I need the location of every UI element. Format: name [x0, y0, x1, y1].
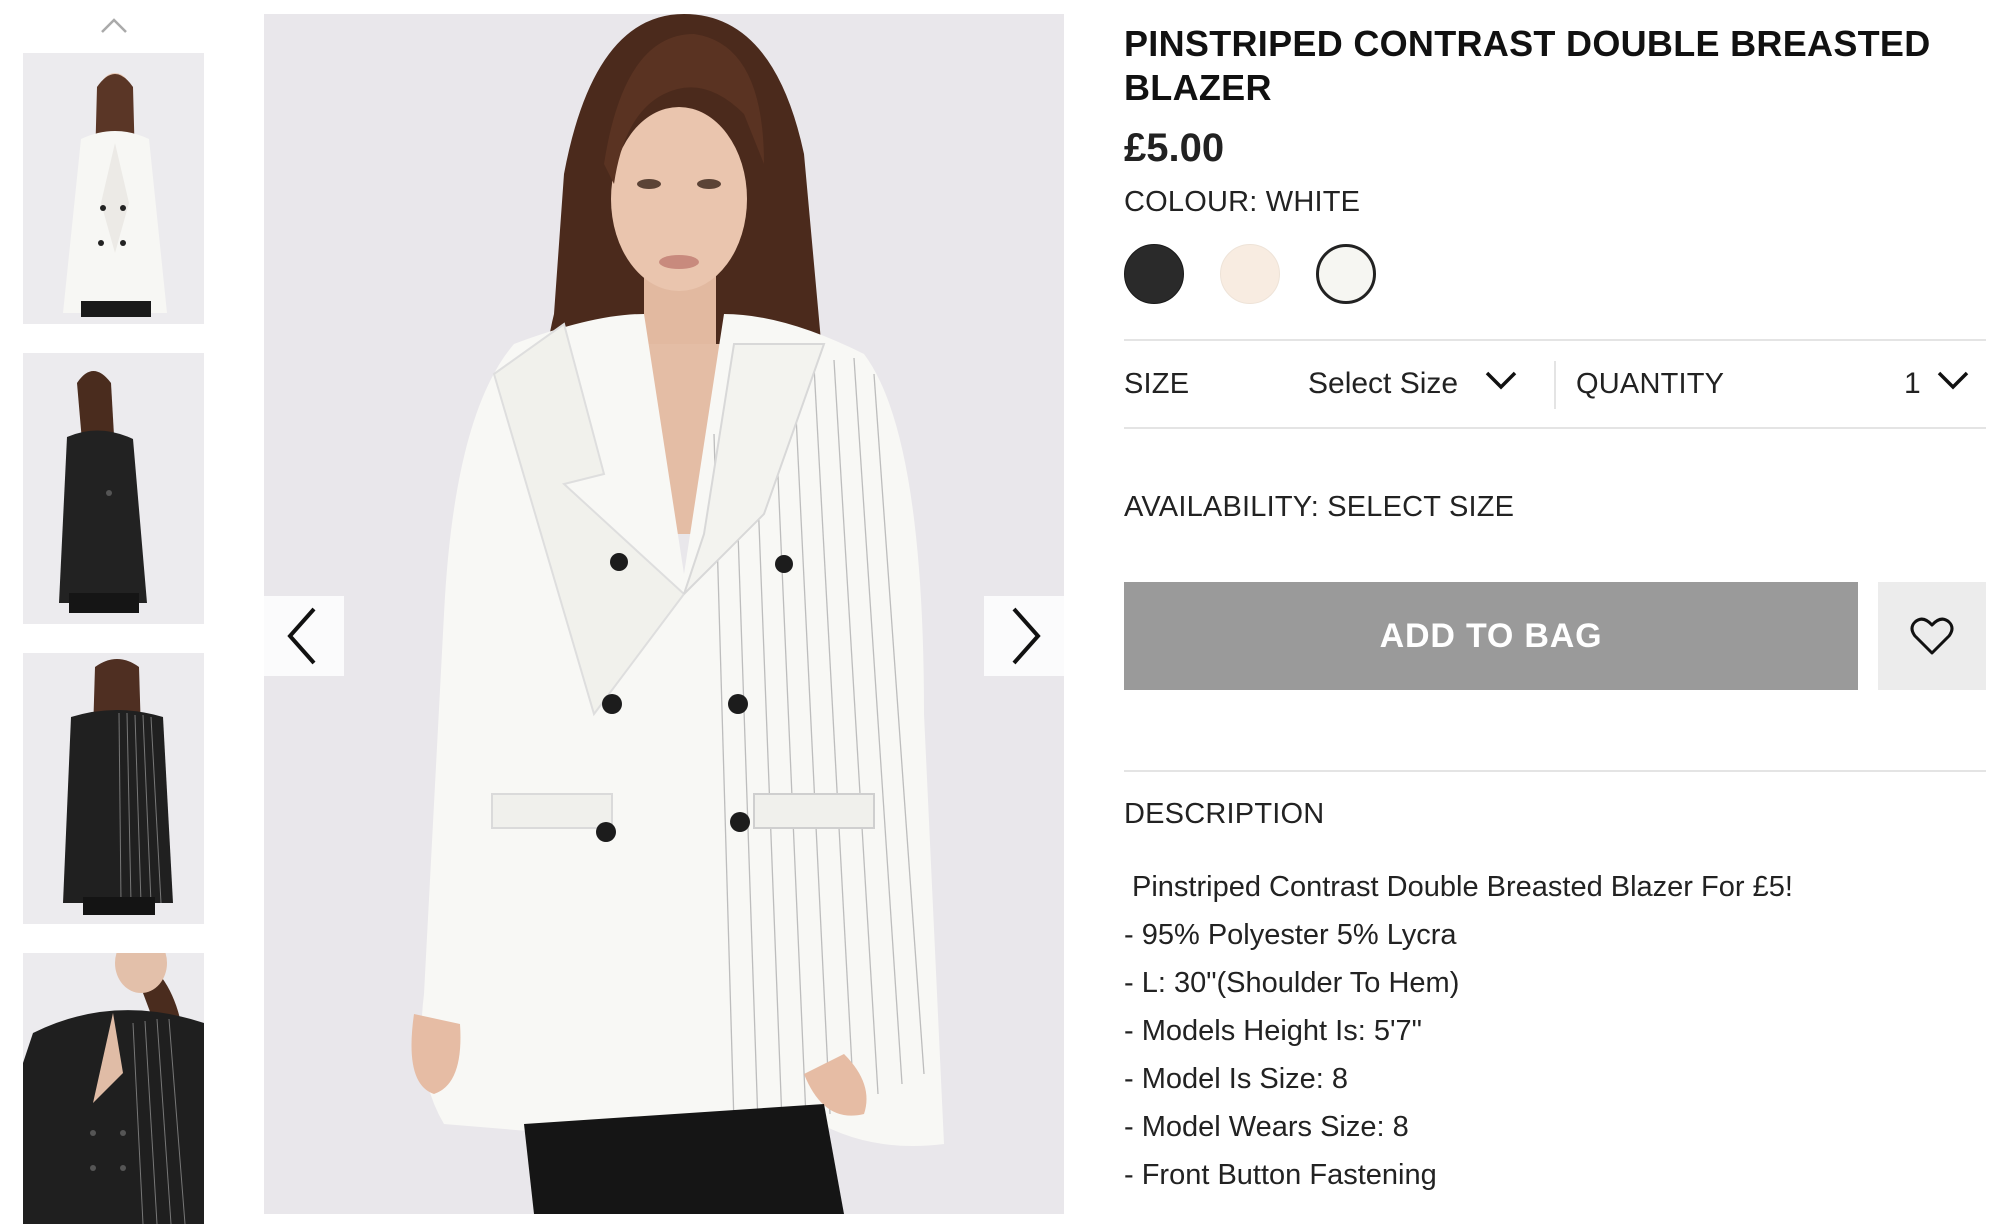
description-line: - Models Height Is: 5'7": [1124, 1015, 1422, 1047]
description-line: - Padded Shoulders To Interior: [1124, 1199, 1986, 1209]
heart-icon: [1910, 617, 1954, 655]
size-chevron-down-icon[interactable]: [1484, 369, 1518, 396]
wishlist-button[interactable]: [1878, 582, 1986, 690]
description-line: - L: 30"(Shoulder To Hem): [1124, 967, 1460, 999]
add-to-bag-button[interactable]: ADD TO BAG: [1124, 582, 1858, 690]
description-line: - Model Wears Size: 8: [1124, 1111, 1409, 1143]
colour-label: COLOUR: WHITE: [1124, 186, 1361, 218]
size-quantity-selectors: SIZE Select Size QUANTITY 1: [1124, 339, 1986, 429]
size-select[interactable]: Select Size: [1308, 367, 1458, 401]
description-line: - Model Is Size: 8: [1124, 1063, 1349, 1095]
product-title: PINSTRIPED CONTRAST DOUBLE BREASTED BLAZ…: [1124, 23, 1931, 108]
thumbnail-black-side[interactable]: [23, 353, 204, 624]
quantity-label: QUANTITY: [1576, 367, 1725, 400]
swatch-white[interactable]: [1316, 244, 1376, 304]
thumbnail-list: [23, 53, 205, 1232]
next-image-button[interactable]: [984, 596, 1064, 676]
purchase-actions: ADD TO BAG: [1124, 582, 1986, 690]
thumbnail-black-front-closeup[interactable]: [23, 953, 204, 1224]
quantity-select[interactable]: 1: [1904, 367, 1921, 401]
thumbnail-black-back[interactable]: [23, 653, 204, 924]
swatch-cream[interactable]: [1220, 244, 1280, 304]
main-product-image: [264, 14, 1064, 1214]
swatch-black[interactable]: [1124, 244, 1184, 304]
thumbnail-white-front[interactable]: [23, 53, 204, 324]
selector-divider: [1554, 361, 1556, 409]
colour-swatches: [1124, 243, 1986, 305]
quantity-chevron-down-icon[interactable]: [1936, 369, 1970, 396]
product-details: PINSTRIPED CONTRAST DOUBLE BREASTED BLAZ…: [1124, 22, 1986, 1209]
chevron-left-icon: [287, 607, 316, 665]
thumbnails-scroll-up-icon[interactable]: [96, 14, 132, 38]
size-label: SIZE: [1124, 367, 1190, 400]
description-divider: [1124, 770, 1986, 772]
description-line: Pinstriped Contrast Double Breasted Blaz…: [1132, 871, 1793, 903]
product-photo: [264, 14, 1064, 1214]
description-line: - Front Button Fastening: [1124, 1159, 1437, 1191]
description-body: Pinstriped Contrast Double Breasted Blaz…: [1124, 863, 1986, 1209]
product-price: £5.00: [1124, 126, 1225, 170]
description-line: - 95% Polyester 5% Lycra: [1124, 919, 1457, 951]
availability-status: AVAILABILITY: SELECT SIZE: [1124, 491, 1515, 523]
description-title: DESCRIPTION: [1124, 798, 1325, 830]
previous-image-button[interactable]: [264, 596, 344, 676]
chevron-right-icon: [1012, 607, 1041, 665]
